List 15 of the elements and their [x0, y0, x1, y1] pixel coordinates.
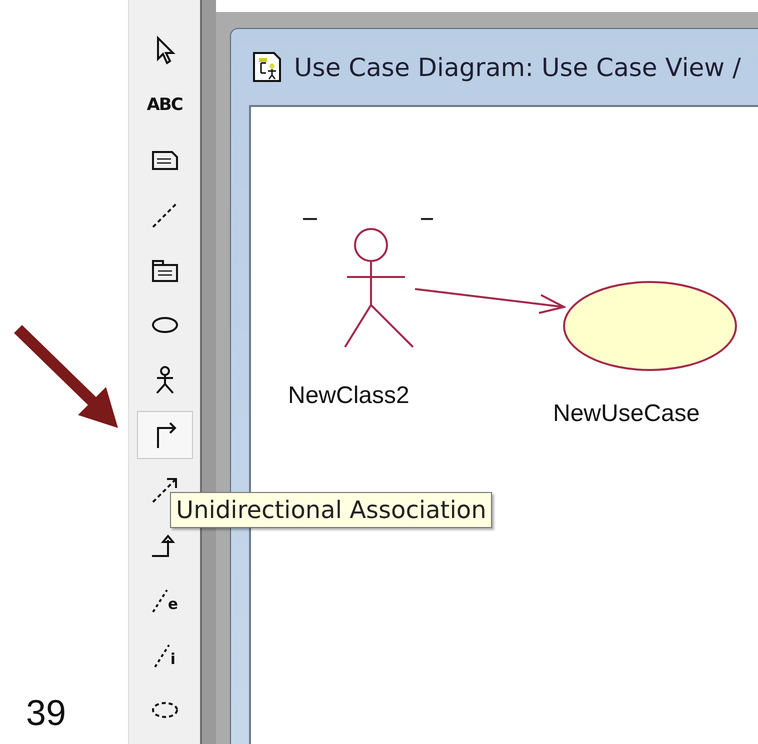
actor-name: NewClass2 [288, 382, 410, 410]
window-title: Use Case Diagram: Use Case View / [294, 52, 741, 82]
page-number: 39 [26, 692, 68, 734]
dashed-arrow-icon [150, 475, 180, 505]
use-case-ellipse[interactable] [562, 280, 738, 372]
text-tool-label: ABC [146, 95, 182, 115]
tool-button[interactable]: ABC [136, 81, 192, 129]
diagram-icon [252, 51, 282, 83]
tooltip: Unidirectional Association [170, 492, 492, 528]
actor-drawing[interactable] [301, 217, 435, 349]
tool-button[interactable] [136, 411, 192, 459]
association-arrow[interactable] [414, 285, 566, 315]
tool-button[interactable]: e [136, 576, 192, 624]
use-case-name: NewUseCase [553, 400, 700, 428]
tool-button[interactable]: i [136, 631, 192, 679]
